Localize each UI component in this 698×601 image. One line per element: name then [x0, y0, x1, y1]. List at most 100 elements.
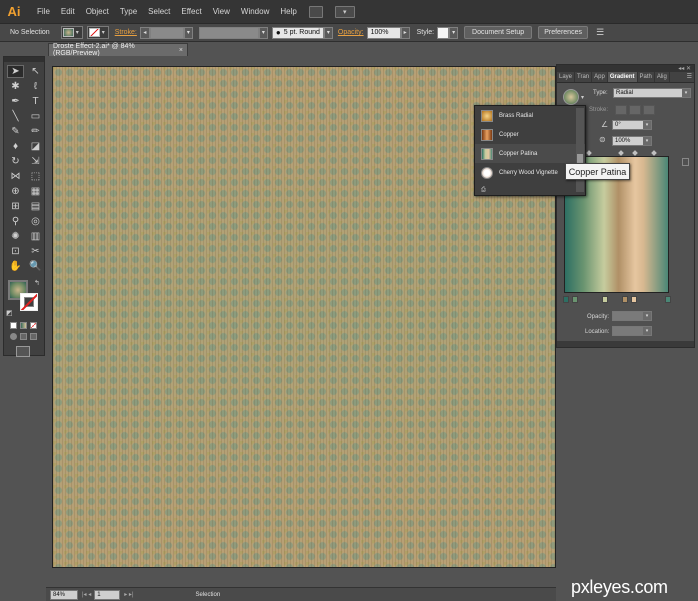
line-segment-tool-icon[interactable]: ╲	[7, 110, 24, 123]
midpoint-diamond[interactable]	[586, 150, 592, 156]
stroke-swatch[interactable]: ▾	[86, 26, 109, 39]
variable-width-field[interactable]	[198, 26, 259, 39]
angle-field[interactable]: 0° ▾	[612, 120, 652, 130]
color-mode-icon[interactable]	[10, 322, 17, 329]
opacity-field[interactable]: 100%	[366, 26, 401, 39]
tab-gradient[interactable]: Gradient	[607, 72, 638, 82]
draw-normal-icon[interactable]	[10, 333, 17, 340]
menu-help[interactable]: Help	[280, 7, 296, 16]
midpoint-diamond[interactable]	[651, 150, 657, 156]
library-icon[interactable]: ⎙	[481, 187, 486, 194]
blob-brush-tool-icon[interactable]: ♦	[7, 140, 24, 153]
color-stop[interactable]	[631, 296, 637, 303]
rectangle-tool-icon[interactable]: ▭	[27, 110, 44, 123]
tab-layers[interactable]: Laye	[557, 72, 576, 82]
preset-brass-radial[interactable]: Brass Radial	[475, 106, 585, 125]
stroke-weight-field[interactable]	[149, 26, 184, 39]
menu-effect[interactable]: Effect	[181, 7, 201, 16]
magic-wand-tool-icon[interactable]: ✱	[7, 80, 24, 93]
screen-mode-icon[interactable]	[16, 346, 30, 357]
column-graph-tool-icon[interactable]: ▥	[27, 230, 44, 243]
symbol-sprayer-tool-icon[interactable]: ✺	[7, 230, 24, 243]
zoom-field[interactable]: 84%	[50, 589, 78, 600]
tab-pathfinder[interactable]: Path	[638, 72, 655, 82]
document-tab[interactable]: Droste Effect-2.ai* @ 84% (RGB/Preview) …	[48, 43, 188, 57]
chevron-down-icon[interactable]: ▾	[581, 94, 584, 101]
menu-type[interactable]: Type	[120, 7, 137, 16]
bridge-icon[interactable]	[308, 5, 323, 18]
scale-tool-icon[interactable]: ⇲	[27, 155, 44, 168]
style-dropdown[interactable]: ▾	[449, 26, 459, 39]
tab-appearance[interactable]: App	[592, 72, 608, 82]
gradient-tool-icon[interactable]: ▤	[27, 200, 44, 213]
color-stop[interactable]	[563, 296, 569, 303]
panel-options-icon[interactable]: ☰	[596, 27, 604, 38]
panel-resize-bar[interactable]	[557, 341, 694, 347]
document-setup-button[interactable]: Document Setup	[464, 26, 533, 39]
pen-tool-icon[interactable]: ✒	[7, 95, 24, 108]
lasso-tool-icon[interactable]: ℓ	[27, 80, 44, 93]
panel-header-bar[interactable]: ◂◂ ✕	[557, 65, 694, 72]
color-stop[interactable]	[665, 296, 671, 303]
menu-window[interactable]: Window	[241, 7, 269, 16]
style-swatch[interactable]	[437, 26, 450, 39]
color-stop[interactable]	[572, 296, 578, 303]
type-select[interactable]: Radial ▾	[613, 88, 691, 98]
stroke-weight-dropdown[interactable]: ▾	[183, 26, 193, 39]
opacity-label[interactable]: Opacity:	[338, 29, 364, 36]
stroke-color-swatch[interactable]	[20, 293, 38, 311]
free-transform-tool-icon[interactable]: ⬚	[27, 170, 44, 183]
stroke-weight-stepper[interactable]: ◂	[139, 26, 150, 39]
aspect-ratio-field[interactable]: 100% ▾	[612, 136, 652, 146]
menu-view[interactable]: View	[213, 7, 230, 16]
menu-object[interactable]: Object	[86, 7, 109, 16]
artboard-number-field[interactable]: 1	[94, 589, 121, 600]
opacity-dropdown[interactable]: ▸	[400, 26, 410, 39]
status-text[interactable]: Selection	[196, 592, 221, 598]
gradient-preview-thumbnail[interactable]	[563, 89, 579, 105]
stroke-label[interactable]: Stroke:	[115, 29, 137, 36]
variable-width-dropdown[interactable]: ▾	[258, 26, 268, 39]
menu-edit[interactable]: Edit	[61, 7, 75, 16]
direct-selection-tool-icon[interactable]: ↖	[27, 65, 44, 78]
tab-align[interactable]: Alig	[655, 72, 670, 82]
width-tool-icon[interactable]: ⋈	[7, 170, 24, 183]
preset-copper-patina[interactable]: Copper Patina	[475, 144, 585, 163]
pencil-tool-icon[interactable]: ✏	[27, 125, 44, 138]
blend-tool-icon[interactable]: ◎	[27, 215, 44, 228]
panel-menu-icon[interactable]: ☰	[685, 72, 694, 82]
preset-copper[interactable]: Copper	[475, 125, 585, 144]
gradient-mode-icon[interactable]	[20, 322, 27, 329]
perspective-grid-tool-icon[interactable]: ▦	[27, 185, 44, 198]
default-colors-icon[interactable]: ◩	[6, 309, 13, 317]
brush-definition-field[interactable]: ● 5 pt. Round	[271, 26, 324, 39]
hand-tool-icon[interactable]: ✋	[7, 260, 24, 273]
type-tool-icon[interactable]: T	[27, 95, 44, 108]
midpoint-diamond[interactable]	[618, 150, 624, 156]
trash-icon[interactable]	[682, 158, 689, 166]
tab-transparency[interactable]: Tran	[575, 72, 593, 82]
eraser-tool-icon[interactable]: ◪	[27, 140, 44, 153]
eyedropper-tool-icon[interactable]: ⚲	[7, 215, 24, 228]
artboard-tool-icon[interactable]: ⊡	[7, 245, 24, 258]
fill-swatch[interactable]: ▾	[60, 26, 83, 39]
selection-tool-icon[interactable]: ➤	[7, 65, 24, 78]
color-stop[interactable]	[622, 296, 628, 303]
opacity-field[interactable]: ▾	[612, 311, 652, 321]
arrange-documents-icon[interactable]: ▾	[334, 5, 355, 18]
rotate-tool-icon[interactable]: ↻	[7, 155, 24, 168]
menu-select[interactable]: Select	[148, 7, 170, 16]
zoom-tool-icon[interactable]: 🔍	[27, 260, 44, 273]
slice-tool-icon[interactable]: ✂	[27, 245, 44, 258]
draw-behind-icon[interactable]	[20, 333, 27, 340]
swap-fill-stroke-icon[interactable]: ↰	[34, 279, 40, 287]
shape-builder-tool-icon[interactable]: ⊕	[7, 185, 24, 198]
mesh-tool-icon[interactable]: ⊞	[7, 200, 24, 213]
draw-inside-icon[interactable]	[30, 333, 37, 340]
color-stop[interactable]	[602, 296, 608, 303]
midpoint-diamond[interactable]	[632, 150, 638, 156]
menu-file[interactable]: File	[37, 7, 50, 16]
close-icon[interactable]: ×	[179, 47, 183, 54]
first-artboard-icon[interactable]: |◂ ◂	[82, 591, 91, 598]
next-artboard-icon[interactable]: ▸ ▸|	[124, 591, 133, 598]
